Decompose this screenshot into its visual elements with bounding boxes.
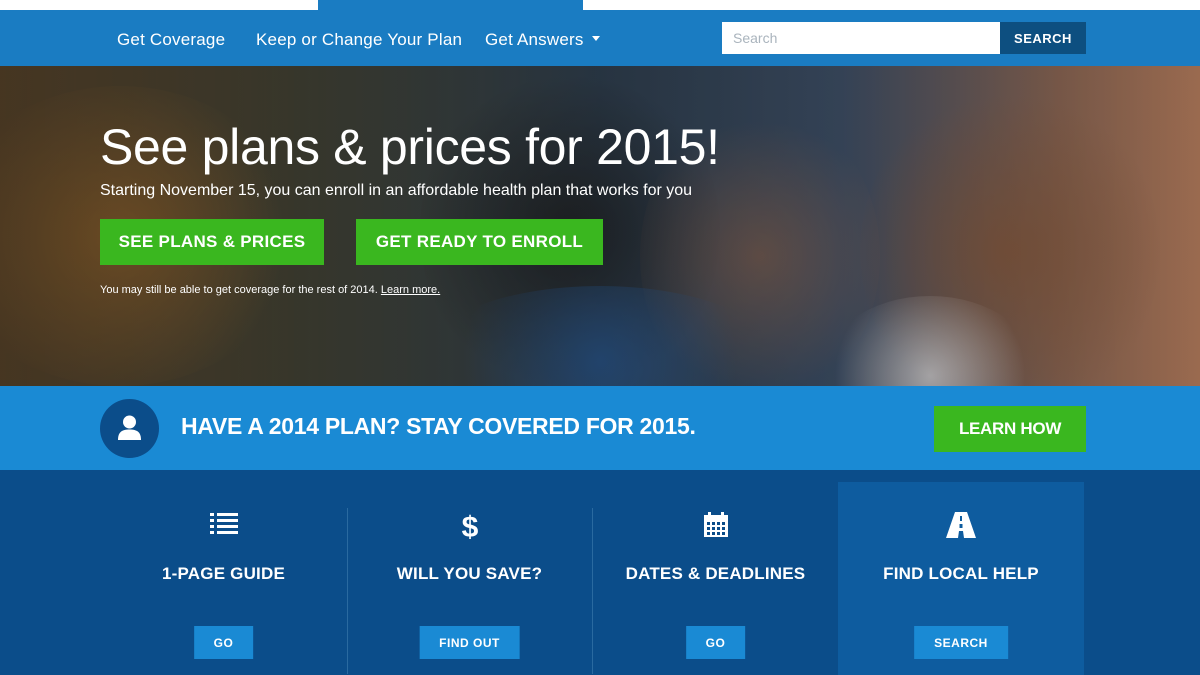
tile-label: DATES & DEADLINES: [625, 564, 806, 583]
find-out-button[interactable]: FIND OUT: [419, 626, 520, 659]
quick-links: 1-PAGE GUIDE GO $ WILL YOU SAVE? FIND OU…: [0, 470, 1200, 675]
learn-how-button[interactable]: LEARN HOW: [934, 406, 1086, 452]
hero-title: See plans & prices for 2015!: [100, 119, 720, 175]
local-help-search-button[interactable]: SEARCH: [914, 626, 1008, 659]
dates-go-button[interactable]: GO: [685, 626, 746, 659]
calendar-icon: [703, 512, 728, 537]
search-input[interactable]: [722, 22, 1000, 54]
tile-dates-deadlines: DATES & DEADLINES GO: [593, 482, 838, 675]
avatar: [100, 399, 159, 458]
nav-item-get-answers[interactable]: Get Answers: [485, 30, 600, 50]
banner-headline: HAVE A 2014 PLAN? STAY COVERED FOR 2015.: [181, 413, 696, 439]
person-icon: [118, 415, 141, 440]
hero-note-text: You may still be able to get coverage fo…: [100, 284, 378, 296]
guide-go-button[interactable]: GO: [193, 626, 254, 659]
hero-section: See plans & prices for 2015! Starting No…: [0, 66, 1200, 386]
svg-text:$: $: [461, 512, 478, 542]
hero-note: You may still be able to get coverage fo…: [100, 284, 440, 296]
tile-label: FIND LOCAL HELP: [883, 564, 1039, 583]
top-strip-right: [583, 0, 1200, 10]
get-ready-to-enroll-button[interactable]: GET READY TO ENROLL: [356, 219, 603, 265]
tile-will-you-save: $ WILL YOU SAVE? FIND OUT: [347, 482, 592, 675]
tile-find-local-help: FIND LOCAL HELP SEARCH: [838, 482, 1084, 675]
dollar-icon: $: [461, 512, 478, 542]
learn-more-link[interactable]: Learn more.: [381, 284, 440, 296]
stay-covered-banner: HAVE A 2014 PLAN? STAY COVERED FOR 2015.…: [0, 386, 1200, 470]
tile-label: 1-PAGE GUIDE: [162, 564, 285, 583]
tile-1-page-guide: 1-PAGE GUIDE GO: [101, 482, 346, 675]
chevron-down-icon: [591, 36, 600, 42]
hero-subtitle: Starting November 15, you can enroll in …: [100, 182, 693, 199]
main-navbar: Get Coverage Keep or Change Your Plan Ge…: [0, 12, 1200, 66]
top-strip-active-tab[interactable]: [342, 0, 582, 12]
road-icon: [946, 512, 976, 538]
search-button[interactable]: SEARCH: [1000, 22, 1086, 54]
see-plans-prices-button[interactable]: SEE PLANS & PRICES: [100, 219, 324, 265]
tile-label: WILL YOU SAVE?: [396, 564, 543, 583]
nav-item-get-coverage[interactable]: Get Coverage: [117, 30, 225, 50]
list-icon: [209, 513, 238, 534]
nav-item-get-answers-label: Get Answers: [485, 30, 584, 49]
top-strip-left: [0, 0, 318, 10]
top-strip: [0, 0, 1200, 12]
nav-item-keep-or-change-plan[interactable]: Keep or Change Your Plan: [256, 30, 462, 50]
